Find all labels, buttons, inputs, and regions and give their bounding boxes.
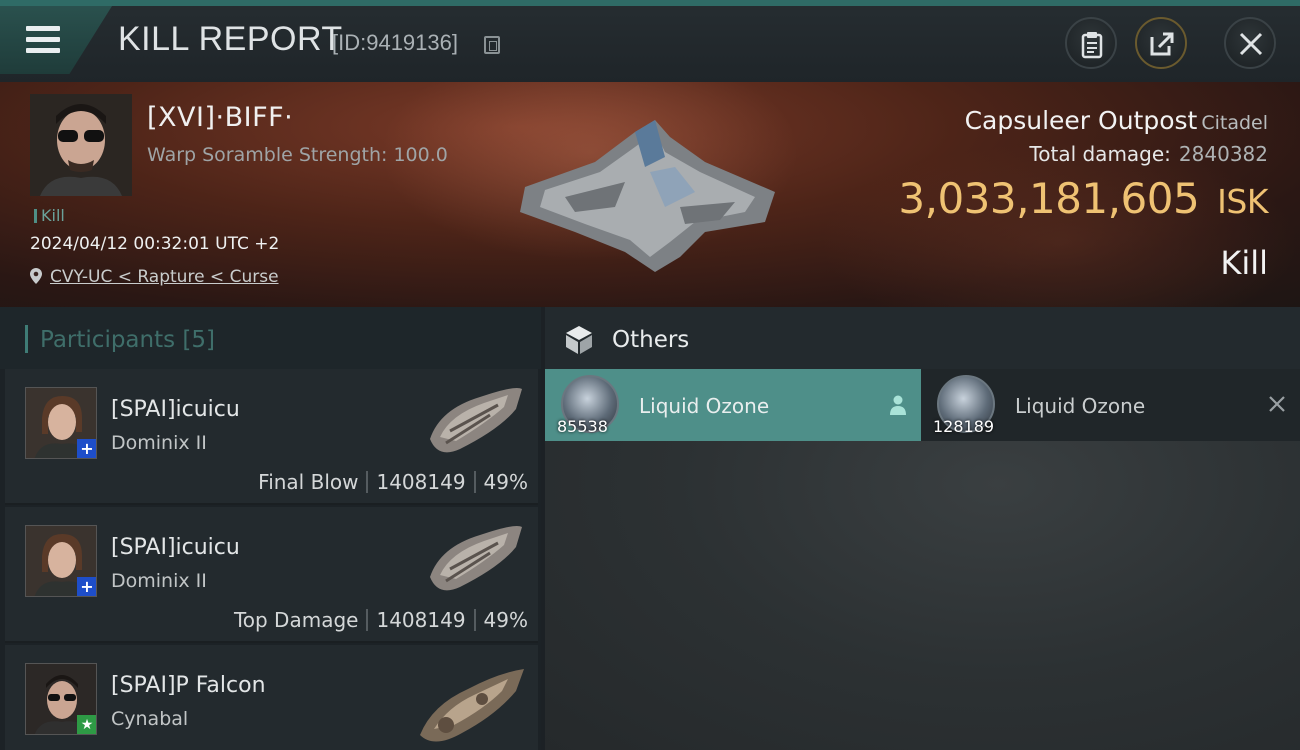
total-damage-value: 2840382 (1178, 142, 1268, 166)
close-icon (1239, 32, 1263, 56)
victim-portrait[interactable] (30, 94, 132, 196)
participant-badge: + (77, 439, 96, 458)
item-name: Liquid Ozone (1015, 394, 1146, 418)
others-title: Others (612, 327, 690, 353)
participant-name: [SPAI]icuicu (111, 535, 240, 560)
close-button[interactable] (1224, 17, 1276, 69)
victim-panel: [XVI]·BIFF· Warp Soramble Strength: 100.… (0, 82, 1300, 307)
participant-portrait[interactable]: ★ (25, 663, 97, 735)
total-damage: Total damage: 2840382 (1029, 142, 1268, 166)
item-slot[interactable]: 85538 Liquid Ozone (545, 369, 921, 441)
report-id: [ID:9419136] (332, 30, 458, 55)
share-button[interactable] (1135, 17, 1187, 69)
person-icon[interactable] (889, 395, 907, 415)
participants-title-text: Participants (40, 327, 176, 353)
item-slot[interactable]: 128189 Liquid Ozone (921, 369, 1300, 441)
menu-button[interactable] (0, 6, 112, 74)
participant-stats: Final Blow 1408149 49% (258, 470, 528, 494)
share-icon (1150, 32, 1174, 56)
x-icon[interactable] (1268, 395, 1286, 413)
target-name-text: Capsuleer Outpost (964, 106, 1198, 135)
participant-damage: 1408149 (376, 470, 466, 494)
participant-portrait[interactable]: + (25, 387, 97, 459)
others-header: Others (545, 307, 1300, 369)
page-title: KILL REPORT (118, 20, 343, 58)
isk-unit: ISK (1217, 182, 1268, 221)
location-pin-icon (30, 268, 42, 284)
participant-role: Top Damage (233, 608, 359, 632)
participant-badge: ★ (77, 715, 96, 734)
participant-role: Final Blow (258, 470, 359, 494)
target-name: Capsuleer Outpost Citadel (965, 106, 1268, 135)
clipboard-button[interactable] (1065, 17, 1117, 69)
isk-amount: 3,033,181,605 (898, 174, 1200, 223)
participant-ship-image (430, 388, 522, 453)
participant-ship: Dominix II (111, 432, 207, 454)
participant-ship-image (420, 669, 524, 742)
cube-icon (566, 326, 592, 354)
participant-ship: Cynabal (111, 708, 189, 730)
participant-ship: Dominix II (111, 570, 207, 592)
participants-header: Participants [5] (0, 307, 541, 369)
item-name: Liquid Ozone (639, 394, 770, 418)
header-accent-bar (25, 325, 28, 353)
total-damage-label: Total damage: (1029, 142, 1171, 166)
target-class: Citadel (1201, 112, 1268, 134)
menu-icon (26, 26, 60, 54)
others-panel: Others 85538 Liquid Ozone 128189 Liquid … (545, 307, 1300, 750)
participant-name: [SPAI]icuicu (111, 397, 240, 422)
isk-value: 3,033,181,605 ISK (898, 174, 1268, 223)
top-bar: KILL REPORT [ID:9419136] (0, 0, 1300, 82)
participant-badge: + (77, 577, 96, 596)
participant-percent: 49% (483, 608, 528, 632)
item-quantity: 85538 (557, 417, 608, 436)
victim-subtitle: Warp Soramble Strength: 100.0 (147, 144, 448, 166)
participants-count: [5] (182, 327, 216, 353)
participant-name: [SPAI]P Falcon (111, 673, 266, 698)
participant-stats: Top Damage 1408149 49% (234, 608, 528, 632)
participant-row[interactable]: + [SPAI]icuicu Dominix II Final Blow 1408… (5, 369, 538, 505)
participant-row[interactable]: ★ [SPAI]P Falcon Cynabal (5, 645, 538, 750)
structure-image (520, 120, 775, 272)
kill-timestamp: 2024/04/12 00:32:01 UTC +2 (30, 234, 280, 254)
copy-icon[interactable] (484, 36, 500, 54)
participant-ship-image (430, 526, 522, 591)
top-accent-line (0, 0, 1300, 6)
item-quantity: 128189 (933, 417, 995, 436)
kill-tag: Kill (34, 206, 65, 225)
clipboard-icon (1081, 32, 1103, 59)
participants-title[interactable]: Participants [5] (40, 327, 215, 353)
participant-portrait[interactable]: + (25, 525, 97, 597)
victim-name[interactable]: [XVI]·BIFF· (147, 102, 293, 133)
participant-row[interactable]: + [SPAI]icuicu Dominix II Top Damage 1408… (5, 507, 538, 643)
nebula-backdrop-right (820, 142, 1300, 307)
participants-panel: Participants [5] + [SPAI]icuicu Dominix … (0, 307, 541, 750)
location: CVY-UC < Rapture < Curse (30, 267, 279, 287)
participant-percent: 49% (483, 470, 528, 494)
result-label: Kill (1220, 244, 1268, 282)
participant-damage: 1408149 (376, 608, 466, 632)
location-link[interactable]: CVY-UC < Rapture < Curse (50, 267, 279, 287)
